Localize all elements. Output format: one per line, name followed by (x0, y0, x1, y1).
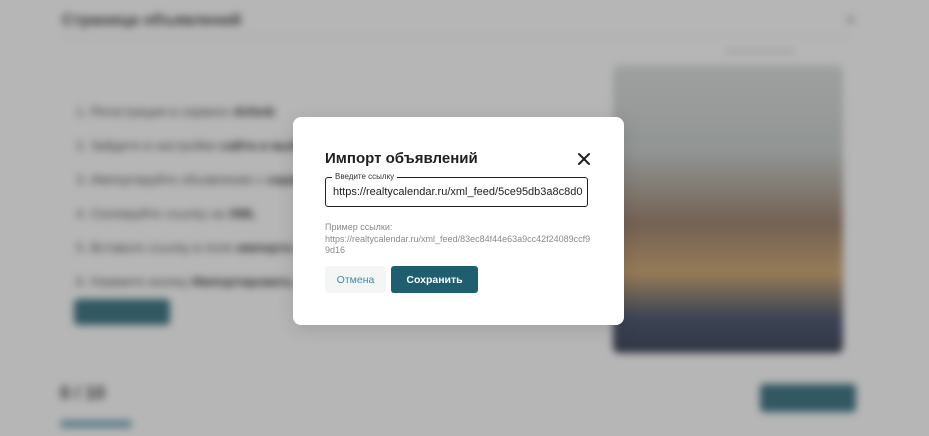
example-label: Пример ссылки: (325, 222, 393, 232)
cancel-button[interactable]: Отмена (325, 266, 386, 293)
url-field: Введите ссылку (325, 172, 588, 207)
url-field-label: Введите ссылку (332, 172, 398, 182)
import-dialog: Импорт объявлений Введите ссылку Пример … (293, 117, 624, 325)
url-input[interactable] (333, 184, 583, 200)
dialog-title: Импорт объявлений (325, 150, 478, 167)
close-icon[interactable] (575, 150, 593, 168)
example-url: https://realtycalendar.ru/xml_feed/83ec8… (325, 234, 591, 255)
save-button[interactable]: Сохранить (391, 266, 478, 293)
